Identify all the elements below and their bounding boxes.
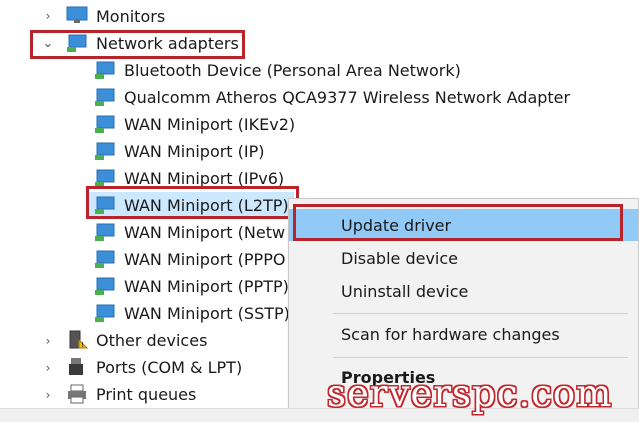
menu-separator [333, 313, 628, 314]
menu-separator [333, 357, 628, 358]
adapter-item[interactable]: WAN Miniport (SSTP) [124, 300, 290, 327]
expand-chevron-right-icon[interactable]: › [42, 335, 54, 347]
expand-chevron-right-icon[interactable]: › [42, 362, 54, 374]
network-adapter-icon [95, 115, 115, 133]
network-adapter-icon [95, 88, 115, 106]
tree-item-network-adapters[interactable]: Network adapters [96, 30, 239, 57]
unknown-device-icon: ! [69, 330, 88, 349]
update-driver-highlight [293, 204, 623, 241]
expand-chevron-right-icon[interactable]: › [42, 389, 54, 401]
menu-item-uninstall-device[interactable]: Uninstall device [289, 275, 638, 307]
menu-item-label: Disable device [341, 248, 458, 268]
adapter-item[interactable]: WAN Miniport (Netw [124, 219, 285, 246]
adapter-item[interactable]: Qualcomm Atheros QCA9377 Wireless Networ… [124, 84, 570, 111]
printer-icon [68, 384, 86, 404]
menu-item-disable-device[interactable]: Disable device [289, 242, 638, 274]
collapse-chevron-down-icon[interactable]: ⌄ [42, 37, 54, 50]
tree-item-other-devices[interactable]: Other devices [96, 327, 207, 354]
network-adapter-icon [95, 142, 115, 160]
menu-item-label: Uninstall device [341, 281, 469, 301]
network-adapter-icon [95, 61, 115, 79]
network-adapter-icon [95, 196, 115, 214]
adapter-item[interactable]: WAN Miniport (PPTP) [124, 273, 289, 300]
adapter-item[interactable]: Bluetooth Device (Personal Area Network) [124, 57, 461, 84]
network-adapter-icon [67, 34, 87, 52]
adapter-item[interactable]: WAN Miniport (IP) [124, 138, 265, 165]
port-connector-icon [69, 358, 83, 375]
tree-item-print-queues[interactable]: Print queues [96, 381, 196, 408]
adapter-item-selected[interactable]: WAN Miniport (L2TP) [124, 192, 289, 219]
network-adapter-icon [95, 250, 115, 268]
expand-chevron-right-icon[interactable]: › [42, 10, 54, 22]
tree-item-monitors[interactable]: Monitors [96, 3, 165, 30]
watermark: serverspc.com [327, 372, 613, 415]
monitor-icon [66, 6, 88, 23]
svg-text:!: ! [81, 341, 84, 349]
menu-item-scan-hardware[interactable]: Scan for hardware changes [289, 318, 638, 350]
adapter-item[interactable]: WAN Miniport (PPPO [124, 246, 285, 273]
network-adapter-icon [95, 223, 115, 241]
menu-item-label: Scan for hardware changes [341, 324, 560, 344]
adapter-item[interactable]: WAN Miniport (IKEv2) [124, 111, 295, 138]
network-adapter-icon [95, 277, 115, 295]
network-adapter-icon [95, 304, 115, 322]
tree-item-ports[interactable]: Ports (COM & LPT) [96, 354, 242, 381]
